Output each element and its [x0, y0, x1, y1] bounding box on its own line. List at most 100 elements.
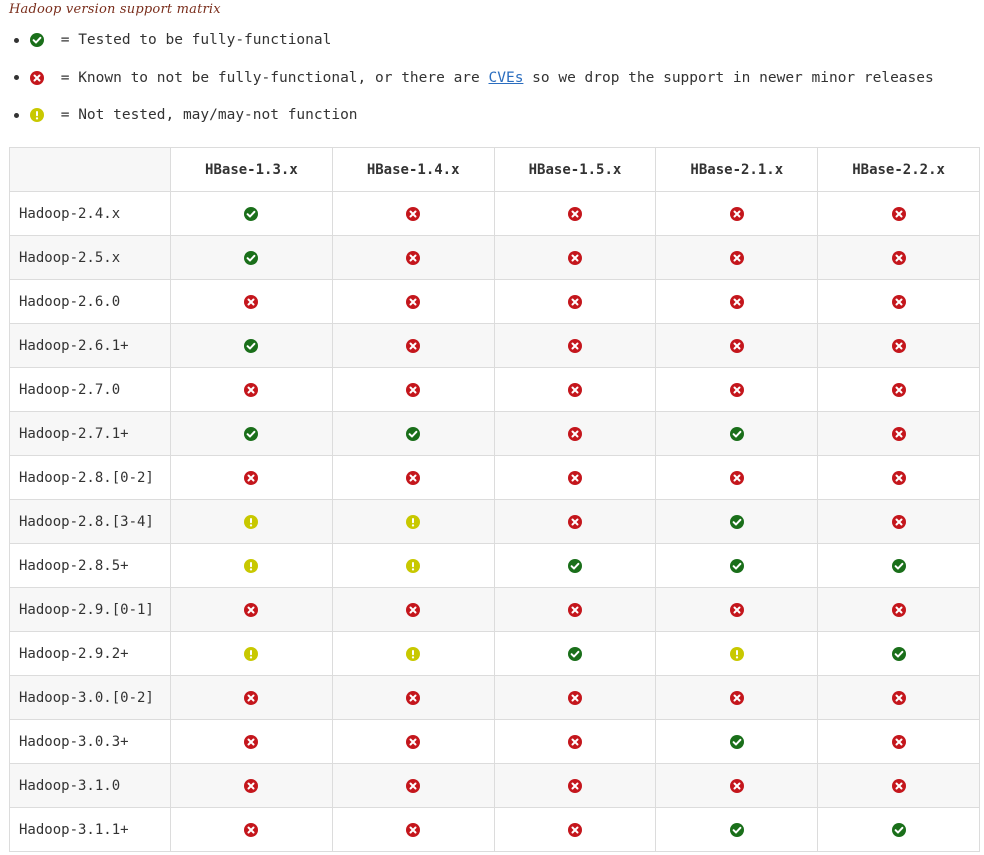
- status-cell: [817, 499, 980, 544]
- cross-icon: [891, 734, 906, 749]
- check-icon: [244, 426, 259, 441]
- cross-icon: [891, 426, 906, 441]
- cross-icon: [891, 250, 906, 265]
- cross-icon: [406, 690, 421, 705]
- status-cell: [655, 587, 819, 632]
- cross-icon: [729, 470, 744, 485]
- row-label: Hadoop-2.6.1+: [9, 323, 171, 368]
- legend-text-tested: = Tested to be fully-functional: [52, 32, 332, 48]
- status-cell: [817, 191, 980, 236]
- cross-icon: [729, 690, 744, 705]
- status-cell: [655, 235, 819, 280]
- status-cell: [170, 807, 333, 852]
- check-icon: [891, 822, 906, 837]
- status-cell: [170, 323, 333, 368]
- status-cell: [817, 279, 980, 324]
- check-icon: [244, 250, 259, 265]
- cross-icon: [729, 778, 744, 793]
- status-cell: [655, 763, 819, 808]
- status-cell: [493, 719, 657, 764]
- table-row: Hadoop-3.0.[0-2]: [9, 675, 980, 720]
- status-cell: [170, 367, 333, 412]
- cross-icon: [891, 206, 906, 221]
- cross-icon: [891, 338, 906, 353]
- cross-icon: [891, 470, 906, 485]
- status-cell: [655, 807, 819, 852]
- status-cell: [817, 455, 980, 500]
- status-cell: [493, 631, 657, 676]
- row-label: Hadoop-2.9.[0-1]: [9, 587, 171, 632]
- status-cell: [331, 631, 495, 676]
- status-cell: [170, 499, 333, 544]
- header-row: HBase-1.3.x HBase-1.4.x HBase-1.5.x HBas…: [9, 147, 980, 192]
- check-icon: [567, 558, 582, 573]
- cross-icon: [244, 822, 259, 837]
- status-cell: [170, 411, 333, 456]
- support-matrix-table: HBase-1.3.x HBase-1.4.x HBase-1.5.x HBas…: [9, 147, 980, 852]
- row-label: Hadoop-2.6.0: [9, 279, 171, 324]
- status-cell: [655, 455, 819, 500]
- check-icon: [729, 426, 744, 441]
- status-cell: [817, 631, 980, 676]
- status-cell: [170, 587, 333, 632]
- status-cell: [493, 191, 657, 236]
- table-row: Hadoop-2.9.[0-1]: [9, 587, 980, 632]
- status-cell: [655, 279, 819, 324]
- legend-text-not-tested: = Not tested, may/may-not function: [52, 107, 358, 123]
- cross-icon: [567, 470, 582, 485]
- cross-icon: [406, 822, 421, 837]
- table-row: Hadoop-2.8.[3-4]: [9, 499, 980, 544]
- cross-icon: [891, 778, 906, 793]
- table-row: Hadoop-2.5.x: [9, 235, 980, 280]
- status-cell: [331, 411, 495, 456]
- row-label: Hadoop-3.1.1+: [9, 807, 171, 852]
- row-label: Hadoop-3.0.[0-2]: [9, 675, 171, 720]
- cross-icon: [406, 294, 421, 309]
- status-cell: [493, 763, 657, 808]
- cross-icon: [244, 690, 259, 705]
- status-cell: [331, 499, 495, 544]
- cross-icon: [244, 382, 259, 397]
- status-cell: [655, 543, 819, 588]
- check-icon: [729, 822, 744, 837]
- cross-icon: [406, 778, 421, 793]
- cross-icon: [406, 382, 421, 397]
- row-label: Hadoop-2.9.2+: [9, 631, 171, 676]
- cross-icon: [30, 70, 44, 85]
- cross-icon: [729, 382, 744, 397]
- check-icon: [567, 646, 582, 661]
- status-cell: [655, 411, 819, 456]
- column-header: HBase-1.3.x: [170, 147, 333, 192]
- cross-icon: [567, 250, 582, 265]
- table-row: Hadoop-2.7.1+: [9, 411, 980, 456]
- status-cell: [493, 675, 657, 720]
- status-cell: [655, 719, 819, 764]
- table-row: Hadoop-3.0.3+: [9, 719, 980, 764]
- status-cell: [655, 675, 819, 720]
- cross-icon: [891, 382, 906, 397]
- cves-link[interactable]: CVEs: [489, 70, 524, 86]
- table-row: Hadoop-2.9.2+: [9, 631, 980, 676]
- cross-icon: [729, 250, 744, 265]
- table-caption: Hadoop version support matrix: [9, 2, 221, 17]
- legend-item-not-functional: = Known to not be fully-functional, or t…: [14, 67, 934, 89]
- check-icon: [729, 514, 744, 529]
- status-cell: [170, 191, 333, 236]
- status-cell: [817, 807, 980, 852]
- check-icon: [729, 558, 744, 573]
- row-label: Hadoop-2.8.[3-4]: [9, 499, 171, 544]
- status-cell: [817, 675, 980, 720]
- status-cell: [170, 455, 333, 500]
- cross-icon: [406, 602, 421, 617]
- cross-icon: [567, 338, 582, 353]
- check-icon: [30, 33, 44, 47]
- status-cell: [170, 763, 333, 808]
- cross-icon: [567, 690, 582, 705]
- status-cell: [493, 587, 657, 632]
- status-cell: [655, 631, 819, 676]
- cross-icon: [567, 822, 582, 837]
- warning-icon: [406, 646, 421, 661]
- status-cell: [817, 411, 980, 456]
- table-row: Hadoop-2.6.0: [9, 279, 980, 324]
- column-header: HBase-2.1.x: [655, 147, 819, 192]
